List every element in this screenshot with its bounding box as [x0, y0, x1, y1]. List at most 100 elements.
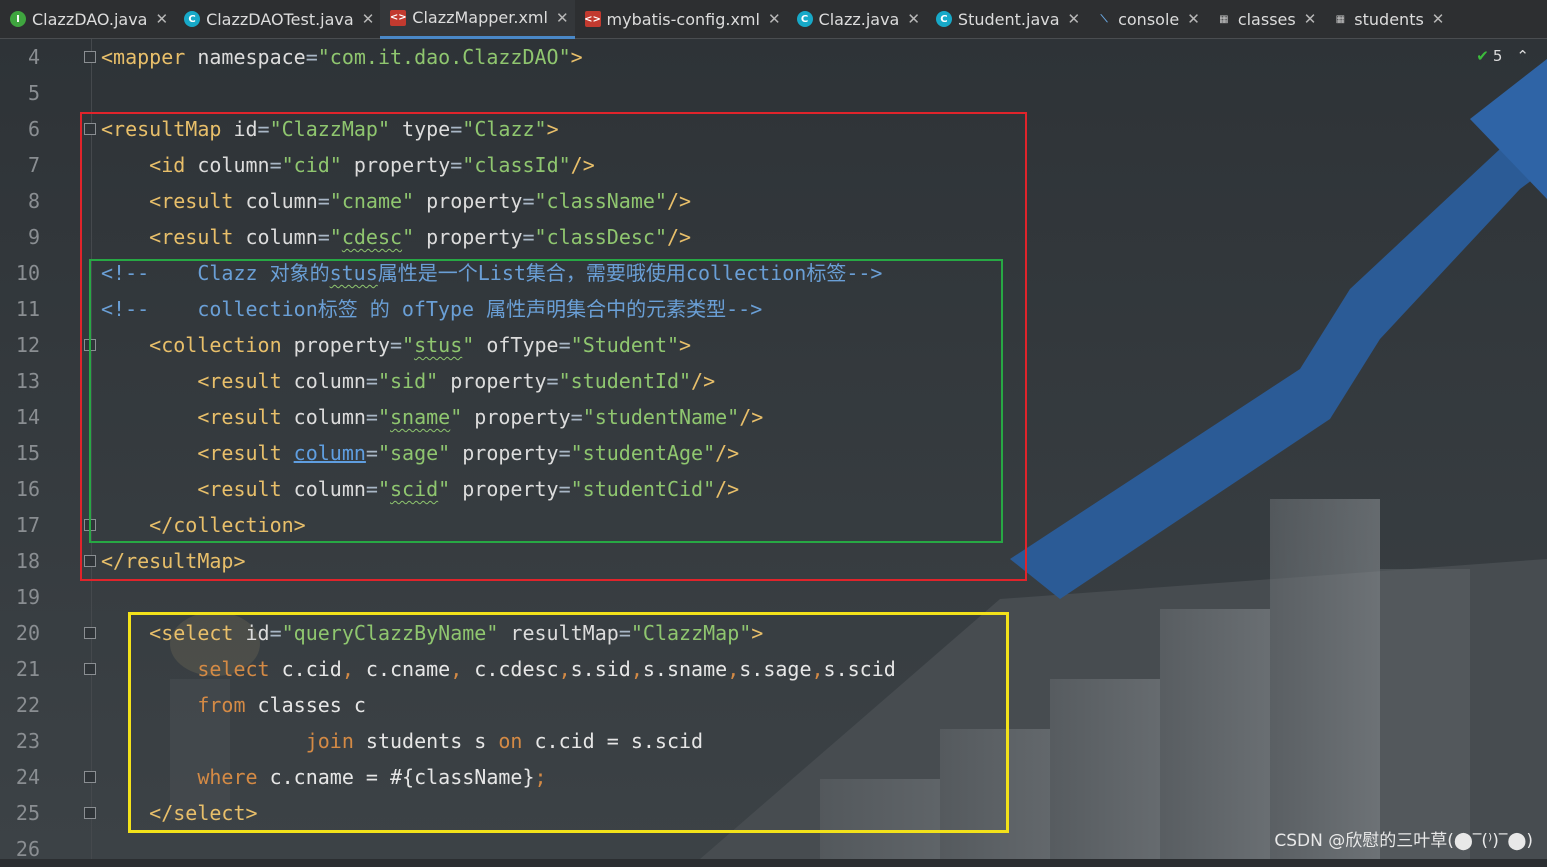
close-icon[interactable]: ✕ — [1304, 10, 1317, 28]
code-line-18[interactable]: </resultMap> — [101, 543, 246, 579]
tab-mybatis-config-xml[interactable]: <> mybatis-config.xml ✕ — [575, 0, 787, 39]
equals-sign: = — [450, 153, 463, 177]
xml-attr: property — [438, 369, 547, 393]
line-number: 15 — [15, 441, 40, 465]
equals-sign: = — [390, 333, 403, 357]
sql-column: s.sage — [739, 657, 812, 681]
xml-tag: <resultMap — [101, 117, 234, 141]
line-number: 18 — [15, 549, 40, 573]
code-line-14[interactable]: <result column="sname" property="student… — [101, 399, 763, 435]
xml-tag: > — [679, 333, 692, 357]
xml-tag: /> — [739, 405, 764, 429]
close-icon[interactable]: ✕ — [907, 10, 920, 28]
sql-column: c.cname — [353, 657, 451, 681]
console-icon: ⟍ — [1100, 13, 1108, 25]
class-icon: C — [184, 11, 201, 27]
xml-attr: property — [450, 441, 559, 465]
close-icon[interactable]: ✕ — [1187, 10, 1200, 28]
line-number: 14 — [15, 405, 40, 429]
code-line-23[interactable]: join students s on c.cid = s.scid — [101, 723, 703, 759]
close-icon[interactable]: ✕ — [556, 9, 569, 27]
xml-tag: </resultMap> — [101, 549, 246, 573]
xml-attr: type — [390, 117, 451, 141]
xml-value: "cid" — [281, 153, 342, 177]
fold-marker-icon[interactable] — [84, 807, 96, 819]
xml-attr-link[interactable]: column — [294, 441, 366, 465]
tab-clazzdaotest-java[interactable]: C ClazzDAOTest.java ✕ — [174, 0, 380, 39]
tab-clazz-java[interactable]: C Clazz.java ✕ — [787, 0, 926, 39]
fold-marker-icon[interactable] — [84, 627, 96, 639]
equals-sign: = — [450, 117, 463, 141]
code-line-25[interactable]: </select> — [101, 795, 257, 831]
xml-value: "ClazzMap" — [630, 621, 752, 645]
code-line-12[interactable]: <collection property="stus" ofType="Stud… — [101, 327, 691, 363]
quote: " — [462, 333, 475, 357]
code-line-13[interactable]: <result column="sid" property="studentId… — [101, 363, 715, 399]
line-number: 23 — [15, 729, 40, 753]
fold-marker-icon[interactable] — [84, 519, 96, 531]
code-line-20[interactable]: <select id="queryClazzByName" resultMap=… — [101, 615, 763, 651]
code-line-8[interactable]: <result column="cname" property="classNa… — [101, 183, 691, 219]
close-icon[interactable]: ✕ — [1068, 10, 1081, 28]
tab-label: ClazzMapper.xml — [412, 8, 548, 27]
sql-column: s.sid — [570, 657, 631, 681]
xml-attr: column — [293, 369, 366, 393]
close-icon[interactable]: ✕ — [155, 10, 168, 28]
line-number: 24 — [15, 765, 40, 789]
sql-table: students s — [353, 729, 499, 753]
tab-label: ClazzDAO.java — [32, 9, 148, 29]
xml-tag: > — [751, 621, 764, 645]
xml-value: "cname" — [329, 189, 415, 213]
close-icon[interactable]: ✕ — [768, 10, 781, 28]
tab-students[interactable]: ▦ students ✕ — [1322, 0, 1450, 39]
xml-comment: <!-- collection标签 的 ofType 属性声明集合中的元素类型-… — [101, 297, 763, 321]
xml-tag: <result — [197, 477, 294, 501]
tab-label: Student.java — [957, 9, 1060, 29]
xml-tag: <result — [197, 369, 294, 393]
code-line-22[interactable]: from classes c — [101, 687, 366, 723]
equals-sign: = — [317, 189, 330, 213]
code-line-24[interactable]: where c.cname = #{className}; — [101, 759, 546, 795]
inspection-widget[interactable]: ✔ 5 ⌃ — [1476, 47, 1529, 65]
code-line-9[interactable]: <result column="cdesc" property="classDe… — [101, 219, 691, 255]
close-icon[interactable]: ✕ — [362, 10, 375, 28]
fold-marker-icon[interactable] — [84, 51, 96, 63]
xml-value-typo: cdesc — [341, 225, 403, 249]
code-line-16[interactable]: <result column="scid" property="studentC… — [101, 471, 739, 507]
line-number: 22 — [15, 693, 40, 717]
fold-marker-icon[interactable] — [84, 123, 96, 135]
xml-attr: property — [414, 225, 523, 249]
line-number: 8 — [27, 189, 40, 213]
sql-comma: , — [450, 657, 463, 681]
code-line-11[interactable]: <!-- collection标签 的 ofType 属性声明集合中的元素类型-… — [101, 291, 762, 327]
tab-console[interactable]: ⟍ console ✕ — [1086, 0, 1206, 39]
xml-tag: /> — [666, 225, 692, 249]
tab-clazzdao-java[interactable]: I ClazzDAO.java ✕ — [0, 0, 174, 39]
class-icon: C — [935, 11, 952, 27]
line-number: 7 — [27, 153, 40, 177]
tab-clazzmapper-xml[interactable]: <> ClazzMapper.xml ✕ — [380, 0, 575, 39]
xml-attr: id — [245, 621, 270, 645]
code-line-15[interactable]: <result column="sage" property="studentA… — [101, 435, 739, 471]
code-line-4[interactable]: <mapper namespace="com.it.dao.ClazzDAO"> — [101, 39, 583, 75]
line-number: 20 — [15, 621, 40, 645]
fold-marker-icon[interactable] — [84, 339, 96, 351]
xml-value: "Clazz" — [462, 117, 547, 141]
close-icon[interactable]: ✕ — [1432, 10, 1445, 28]
fold-marker-icon[interactable] — [84, 663, 96, 675]
code-editor[interactable]: 4 5 6 7 8 9 10 11 12 13 14 15 16 17 18 1… — [0, 39, 1547, 861]
tab-student-java[interactable]: C Student.java ✕ — [926, 0, 1086, 39]
fold-marker-icon[interactable] — [84, 771, 96, 783]
code-line-10[interactable]: <!-- Clazz 对象的stus属性是一个List集合，需要哦使用colle… — [101, 255, 882, 291]
code-line-6[interactable]: <resultMap id="ClazzMap" type="Clazz"> — [101, 111, 559, 147]
chevron-up-icon[interactable]: ⌃ — [1516, 47, 1529, 65]
code-line-17[interactable]: </collection> — [101, 507, 306, 543]
tab-classes[interactable]: ▦ classes ✕ — [1206, 0, 1322, 39]
editor-tab-bar: I ClazzDAO.java ✕ C ClazzDAOTest.java ✕ … — [0, 0, 1547, 39]
xml-attr: property — [462, 405, 571, 429]
equals-sign: = — [618, 621, 631, 645]
code-line-21[interactable]: select c.cid, c.cname, c.cdesc,s.sid,s.s… — [101, 651, 895, 687]
sql-keyword: join — [305, 729, 354, 753]
fold-marker-icon[interactable] — [84, 555, 96, 567]
code-line-7[interactable]: <id column="cid" property="classId"/> — [101, 147, 595, 183]
